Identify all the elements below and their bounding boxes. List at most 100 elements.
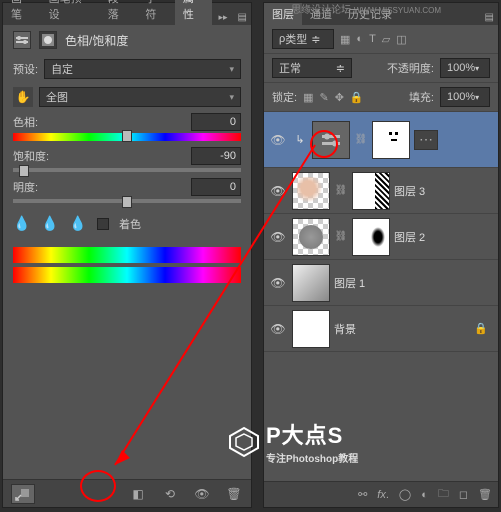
mask-thumb[interactable] <box>352 218 390 256</box>
filter-pixel-icon[interactable]: ▦ <box>340 33 350 46</box>
panel-menu-icon[interactable]: ▤ <box>481 10 498 25</box>
opacity-value: 100% <box>447 62 475 74</box>
visibility-toggle[interactable]: 👁 <box>268 184 288 198</box>
previous-state-icon[interactable]: ◧ <box>129 485 147 503</box>
filter-type-icon[interactable]: T <box>369 33 376 45</box>
layer-name[interactable]: 图层 2 <box>394 229 494 245</box>
delete-layer-icon[interactable]: 🗑 <box>478 488 492 501</box>
tab-character[interactable]: 字符 <box>137 0 175 25</box>
properties-panel: 画笔 画笔预设 段落 字符 属性 ▸▸ ▤ 色相/饱和度 预设: 自定 ▾ ✋ … <box>2 2 252 508</box>
adjustment-header: 色相/饱和度 <box>3 25 251 55</box>
panel-menu-icon[interactable]: ▤ <box>234 10 251 25</box>
light-slider-row: 明度: <box>3 176 251 203</box>
mask-link-icon[interactable]: ⛓ <box>334 231 348 242</box>
preset-dropdown[interactable]: 自定 ▾ <box>44 59 241 79</box>
panel-collapse-icon[interactable]: ▸▸ <box>213 10 234 25</box>
filter-smart-icon[interactable]: ◫ <box>396 33 406 46</box>
layer-thumb[interactable] <box>292 264 330 302</box>
blend-mode-dropdown[interactable]: 正常≑ <box>272 58 352 78</box>
mask-link-icon[interactable]: ⛓ <box>354 134 368 145</box>
sat-handle[interactable] <box>19 165 29 177</box>
preset-row: 预设: 自定 ▾ <box>3 55 251 83</box>
layer-row-background[interactable]: 👁 背景 🔒 <box>264 306 498 352</box>
range-row: ✋ 全图 ▾ <box>3 83 251 111</box>
fill-input[interactable]: 100%▾ <box>440 87 490 107</box>
visibility-toggle[interactable]: 👁 <box>268 276 288 290</box>
range-value: 全图 <box>46 89 68 105</box>
blend-row: 正常≑ 不透明度: 100%▾ <box>264 54 498 83</box>
watermark-sub: 专注Photoshop教程 <box>266 450 358 465</box>
adjustment-title: 色相/饱和度 <box>65 32 128 49</box>
trash-icon[interactable]: 🗑 <box>225 485 243 503</box>
layer-row[interactable]: 👁 图层 1 <box>264 260 498 306</box>
lock-transparent-icon[interactable]: ▦ <box>303 91 313 104</box>
visibility-toggle[interactable]: 👁 <box>268 230 288 244</box>
properties-bottom-bar: ◧ ⟲ 👁 🗑 <box>3 479 251 507</box>
tab-properties[interactable]: 属性 <box>175 0 213 25</box>
lock-row: 锁定: ▦ ✎ ✥ 🔒 填充: 100%▾ <box>264 83 498 112</box>
light-handle[interactable] <box>122 196 132 208</box>
clip-to-layer-icon[interactable] <box>11 484 35 504</box>
layer-thumb[interactable] <box>292 310 330 348</box>
layer-more-button[interactable]: ⋯ <box>414 130 438 150</box>
filter-adjust-icon[interactable]: ◐ <box>356 33 363 45</box>
colorize-checkbox[interactable] <box>97 218 109 230</box>
new-group-icon[interactable]: 🗀 <box>438 485 449 504</box>
layer-row-adjustment[interactable]: 👁 ↳ ⛓ ⋯ <box>264 112 498 168</box>
lock-icons: ▦ ✎ ✥ 🔒 <box>303 91 364 104</box>
range-dropdown[interactable]: 全图 ▾ <box>39 87 241 107</box>
visibility-icon[interactable]: 👁 <box>193 485 211 503</box>
clip-indicator-icon: ↳ <box>292 133 308 146</box>
sat-slider[interactable] <box>13 168 241 172</box>
mask-thumb[interactable] <box>372 121 410 159</box>
hue-slider[interactable] <box>13 133 241 141</box>
tab-paragraph[interactable]: 段落 <box>100 0 138 25</box>
filter-kind-dropdown[interactable]: ρ 类型≑ <box>272 29 334 49</box>
adjustment-thumb[interactable] <box>312 121 350 159</box>
sat-input[interactable] <box>191 147 241 165</box>
layer-thumb[interactable] <box>292 218 330 256</box>
eyedropper-icon[interactable]: 💧 <box>13 215 31 233</box>
preset-value: 自定 <box>51 61 73 77</box>
new-adjustment-icon[interactable]: ◐ <box>421 489 428 501</box>
hue-handle[interactable] <box>122 130 132 142</box>
reset-icon[interactable]: ⟲ <box>161 485 179 503</box>
mask-thumb[interactable] <box>352 172 390 210</box>
preset-label: 预设: <box>13 61 38 77</box>
scrubby-hand-icon[interactable]: ✋ <box>13 87 33 107</box>
lock-all-icon[interactable]: 🔒 <box>350 91 364 104</box>
light-input[interactable] <box>191 178 241 196</box>
layer-name[interactable]: 图层 1 <box>334 275 494 291</box>
layer-row[interactable]: 👁 ⛓ 图层 2 <box>264 214 498 260</box>
mask-link-icon[interactable]: ⛓ <box>334 185 348 196</box>
link-layers-icon[interactable]: ⚯ <box>358 488 367 501</box>
header-watermark: 思缘设计论坛 WWW.MISSYUAN.COM <box>291 1 441 16</box>
new-layer-icon[interactable]: ◻ <box>459 488 468 501</box>
filter-shape-icon[interactable]: ▱ <box>382 33 390 46</box>
watermark-title: P大点S <box>266 418 358 450</box>
lock-position-icon[interactable]: ✥ <box>335 91 344 104</box>
eyedropper-minus-icon[interactable]: 💧 <box>69 215 87 233</box>
layers-bottom-bar: ⚯ fx. ◯ ◐ 🗀 ◻ 🗑 <box>264 481 498 507</box>
visibility-toggle[interactable]: 👁 <box>268 322 288 336</box>
tab-brushpreset[interactable]: 画笔预设 <box>41 0 100 25</box>
visibility-toggle[interactable]: 👁 <box>268 133 288 147</box>
eyedropper-row: 💧 💧 💧 着色 <box>3 207 251 241</box>
layer-thumb[interactable] <box>292 172 330 210</box>
opacity-input[interactable]: 100%▾ <box>440 58 490 78</box>
mask-icon[interactable] <box>39 31 57 49</box>
filter-icons: ▦ ◐ T ▱ ◫ <box>340 33 407 46</box>
fx-icon[interactable]: fx. <box>377 489 389 501</box>
lock-pixel-icon[interactable]: ✎ <box>319 91 328 104</box>
hue-label: 色相: <box>13 114 38 130</box>
tab-brush[interactable]: 画笔 <box>3 0 41 25</box>
filter-kind-label: 类型 <box>285 31 307 47</box>
hue-input[interactable] <box>191 113 241 131</box>
layer-name[interactable]: 图层 3 <box>394 183 494 199</box>
lock-icon: 🔒 <box>474 322 494 335</box>
add-mask-icon[interactable]: ◯ <box>399 488 411 501</box>
eyedropper-plus-icon[interactable]: 💧 <box>41 215 59 233</box>
light-slider[interactable] <box>13 199 241 203</box>
layer-row[interactable]: 👁 ⛓ 图层 3 <box>264 168 498 214</box>
layer-name[interactable]: 背景 <box>334 321 470 337</box>
